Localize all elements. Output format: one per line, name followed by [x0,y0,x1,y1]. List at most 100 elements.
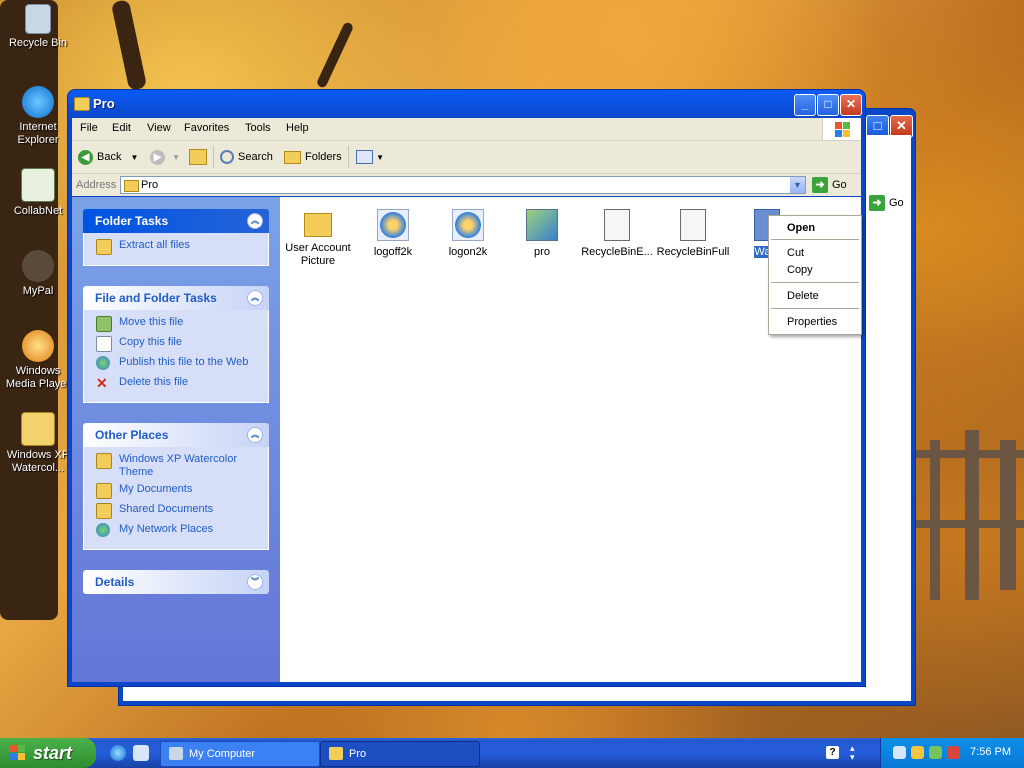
context-cut[interactable]: Cut [787,247,804,259]
document-file-icon [680,209,706,241]
antivirus-icon[interactable] [947,746,960,759]
windows-flag-icon [822,118,861,140]
place-shared-documents[interactable]: Shared Documents [96,503,268,523]
forward-arrow-icon: ▶ [150,149,165,165]
context-delete[interactable]: Delete [787,290,819,302]
expand-icon[interactable]: ︾ [247,574,263,590]
menu-separator [771,239,859,240]
up-folder-icon [189,149,207,166]
file-item[interactable]: pro [505,209,579,259]
folder-icon [74,97,90,111]
security-shield-icon[interactable] [911,746,924,759]
safely-remove-icon[interactable] [929,746,942,759]
zip-folder-icon [96,453,112,469]
extract-icon [96,239,112,255]
menu-file[interactable]: File [80,122,98,134]
context-open[interactable]: Open [787,222,815,234]
help-icon[interactable]: ? [826,746,839,759]
menu-tools[interactable]: Tools [245,122,271,134]
copy-file-icon [96,336,112,352]
place-my-network-places[interactable]: My Network Places [96,523,268,543]
close-button[interactable]: ✕ [840,94,862,116]
file-item[interactable]: User Account Picture [281,209,355,268]
background-go-button[interactable]: ➜ Go [869,195,911,213]
task-copy-file[interactable]: Copy this file [96,336,268,356]
other-places-header[interactable]: Other Places ︽ [83,423,269,447]
file-item[interactable]: RecycleBinE... [580,209,654,259]
my-documents-icon [96,483,112,499]
search-button[interactable]: Search [220,147,273,167]
search-icon [220,150,234,165]
up-folder-button[interactable] [189,147,207,167]
desktop-icon-watercolor-zip[interactable]: Windows XP Watercol... [1,412,75,475]
desktop-icon-windows-media-player[interactable]: Windows Media Player [1,330,75,391]
folder-tasks-header[interactable]: Folder Tasks ︽ [83,209,269,233]
internet-explorer-icon[interactable] [110,745,126,761]
address-input[interactable]: Pro ▼ [120,176,806,194]
file-item[interactable]: logoff2k [356,209,430,259]
address-label: Address [76,179,117,191]
file-item[interactable]: logon2k [431,209,505,259]
folders-icon [284,150,301,164]
windows-flag-icon [879,141,911,161]
back-button[interactable]: ◀ Back ▼ [78,147,138,167]
place-watercolor-theme[interactable]: Windows XP Watercolor Theme [96,453,268,483]
folder-icon [304,213,332,237]
windows-flag-icon [10,745,26,761]
shared-folder-icon [96,503,112,519]
desktop-icon-recycle-bin[interactable]: Recycle Bin [1,4,75,50]
menu-separator [771,308,859,309]
task-delete-file[interactable]: ✕ Delete this file [96,376,268,396]
maximize-button[interactable]: □ [817,94,839,116]
address-value: Pro [141,179,159,191]
menu-favorites[interactable]: Favorites [184,122,229,134]
explorer-window-pro[interactable]: Pro _ □ ✕ File Edit View Favorites Tools… [67,89,866,687]
file-folder-tasks-header[interactable]: File and Folder Tasks ︽ [83,286,269,310]
collapse-icon[interactable]: ︽ [247,427,263,443]
toolbar-separator [213,146,214,168]
details-header[interactable]: Details ︾ [83,570,269,594]
desktop-icon-mypal[interactable]: MyPal [1,250,75,298]
toolbar-separator [348,146,349,168]
context-copy[interactable]: Copy [787,264,813,276]
place-my-documents[interactable]: My Documents [96,483,268,503]
chevron-down-icon: ▼ [130,153,139,162]
collapse-icon[interactable]: ︽ [247,213,263,229]
details-panel: Details ︾ [83,570,269,594]
network-icon[interactable] [893,746,906,759]
task-extract-all-files[interactable]: Extract all files [96,239,268,259]
delete-icon: ✕ [96,375,108,391]
task-pane: Folder Tasks ︽ Extract all files File an… [72,197,280,682]
menu-view[interactable]: View [147,122,171,134]
collabnet-icon [21,168,55,202]
system-tray: 7:56 PM [880,738,1024,768]
menu-help[interactable]: Help [286,122,309,134]
task-publish-web[interactable]: Publish this file to the Web [96,356,268,376]
views-button[interactable]: ▼ [356,147,384,167]
zip-folder-icon [21,412,55,446]
recycle-bin-icon [25,4,51,34]
collapse-icon[interactable]: ︽ [247,290,263,306]
title-bar[interactable]: Pro _ □ ✕ [68,90,865,118]
menu-edit[interactable]: Edit [112,122,131,134]
desktop-icon-collabnet[interactable]: CollabNet [1,168,75,218]
taskbar-button-pro[interactable]: Pro [320,741,480,767]
language-icon[interactable]: ▴ ▾ [850,744,860,762]
move-file-icon [96,316,112,332]
window-title: Pro [93,96,115,111]
context-properties[interactable]: Properties [787,316,837,328]
go-button[interactable]: ➜ Go [812,176,847,194]
minimize-button[interactable]: _ [794,94,816,116]
desktop-icon-internet-explorer[interactable]: Internet Explorer [1,86,75,147]
go-arrow-icon: ➜ [812,177,828,194]
file-item[interactable]: RecycleBinFull [656,209,730,259]
show-desktop-icon[interactable] [133,745,149,761]
chevron-down-icon[interactable]: ▼ [790,177,805,193]
views-icon [356,150,373,165]
folders-button[interactable]: Folders [284,147,342,167]
start-button[interactable]: start [0,738,96,768]
folder-icon [329,747,343,760]
task-move-file[interactable]: Move this file [96,316,268,336]
taskbar-button-my-computer[interactable]: My Computer [160,741,320,767]
forward-button[interactable]: ▶ ▼ [150,147,180,167]
